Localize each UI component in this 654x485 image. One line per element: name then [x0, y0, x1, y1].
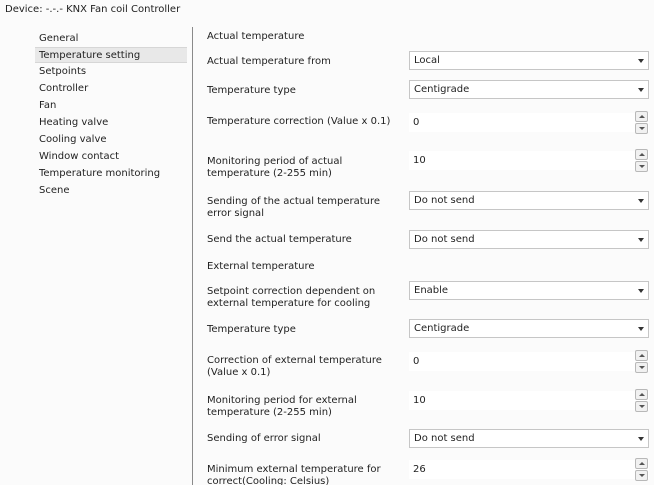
arrow-down-icon: [639, 474, 645, 477]
actual-temperature-from-select[interactable]: Local: [409, 51, 649, 70]
sidebar-item-setpoints[interactable]: Setpoints: [35, 64, 187, 80]
stepper-value: 26: [413, 464, 426, 475]
field-label: Sending of error signal: [207, 433, 321, 444]
field-label: Monitoring period of actual temperature …: [207, 156, 343, 179]
field-label: Sending of the actual temperature error …: [207, 196, 381, 219]
sidebar-item-fan[interactable]: Fan: [35, 98, 187, 114]
setpoint-correction-select[interactable]: Enable: [409, 281, 649, 300]
arrow-up-icon: [639, 115, 645, 118]
chevron-down-icon: [638, 88, 644, 92]
arrow-down-icon: [639, 366, 645, 369]
stepper-value: 10: [413, 395, 426, 406]
external-monitoring-period-stepper[interactable]: 10: [409, 389, 649, 412]
field-label: Send the actual temperature: [207, 234, 352, 245]
stepper-value: 0: [413, 356, 420, 367]
chevron-down-icon: [638, 238, 644, 242]
arrow-up-icon: [639, 354, 645, 357]
arrow-up-icon: [639, 393, 645, 396]
field-label: Temperature type: [207, 85, 296, 96]
field-label: Minimum external temperature for correct…: [207, 464, 381, 485]
arrow-down-icon: [639, 165, 645, 168]
stepper-up-button[interactable]: [635, 149, 648, 160]
field-label: Temperature correction (Value x 0.1): [207, 116, 391, 127]
section-heading-external-temperature: External temperature: [207, 261, 315, 272]
settings-panel: Actual temperature Actual temperature fr…: [193, 20, 654, 485]
field-label: Correction of external temperature (Valu…: [207, 355, 382, 378]
arrow-down-icon: [639, 405, 645, 408]
stepper-up-button[interactable]: [635, 350, 648, 361]
chevron-down-icon: [638, 327, 644, 331]
external-temperature-type-select[interactable]: Centigrade: [409, 319, 649, 338]
field-label: Temperature type: [207, 324, 296, 335]
chevron-down-icon: [638, 437, 644, 441]
select-value: Local: [414, 55, 440, 66]
select-value: Enable: [414, 285, 449, 296]
sidebar-item-temperature-setting[interactable]: Temperature setting: [35, 47, 187, 63]
sending-error-signal-external-select[interactable]: Do not send: [409, 429, 649, 448]
field-label: Monitoring period for external temperatu…: [207, 395, 357, 418]
select-value: Do not send: [414, 234, 475, 245]
stepper-up-button[interactable]: [635, 389, 648, 400]
arrow-up-icon: [639, 153, 645, 156]
sidebar-item-cooling-valve[interactable]: Cooling valve: [35, 132, 187, 148]
sidebar-item-controller[interactable]: Controller: [35, 81, 187, 97]
sidebar-nav: General Temperature setting Setpoints Co…: [0, 20, 193, 485]
sidebar-item-temperature-monitoring[interactable]: Temperature monitoring: [35, 166, 187, 182]
stepper-up-button[interactable]: [635, 111, 648, 122]
external-correction-stepper[interactable]: 0: [409, 350, 649, 373]
temperature-correction-stepper[interactable]: 0: [409, 111, 649, 134]
temperature-type-select[interactable]: Centigrade: [409, 80, 649, 99]
sidebar-item-general[interactable]: General: [35, 31, 187, 47]
sidebar-item-scene[interactable]: Scene: [35, 183, 187, 199]
chevron-down-icon: [638, 59, 644, 63]
stepper-value: 10: [413, 155, 426, 166]
minimum-external-temperature-stepper[interactable]: 26: [409, 458, 649, 481]
stepper-up-button[interactable]: [635, 458, 648, 469]
select-value: Centigrade: [414, 84, 470, 95]
select-value: Centigrade: [414, 323, 470, 334]
field-label: Setpoint correction dependent on externa…: [207, 286, 376, 309]
chevron-down-icon: [638, 289, 644, 293]
select-value: Do not send: [414, 433, 475, 444]
stepper-down-button[interactable]: [635, 161, 648, 172]
sending-error-signal-select[interactable]: Do not send: [409, 191, 649, 210]
sidebar-item-window-contact[interactable]: Window contact: [35, 149, 187, 165]
chevron-down-icon: [638, 199, 644, 203]
stepper-down-button[interactable]: [635, 401, 648, 412]
stepper-value: 0: [413, 117, 420, 128]
stepper-down-button[interactable]: [635, 362, 648, 373]
section-heading-actual-temperature: Actual temperature: [207, 31, 305, 42]
send-actual-temperature-select[interactable]: Do not send: [409, 230, 649, 249]
window-title: Device: -.-.- KNX Fan coil Controller: [5, 4, 181, 15]
select-value: Do not send: [414, 195, 475, 206]
arrow-down-icon: [639, 127, 645, 130]
stepper-down-button[interactable]: [635, 123, 648, 134]
sidebar-item-heating-valve[interactable]: Heating valve: [35, 115, 187, 131]
stepper-down-button[interactable]: [635, 470, 648, 481]
field-label: Actual temperature from: [207, 56, 331, 67]
arrow-up-icon: [639, 462, 645, 465]
monitoring-period-actual-stepper[interactable]: 10: [409, 149, 649, 172]
